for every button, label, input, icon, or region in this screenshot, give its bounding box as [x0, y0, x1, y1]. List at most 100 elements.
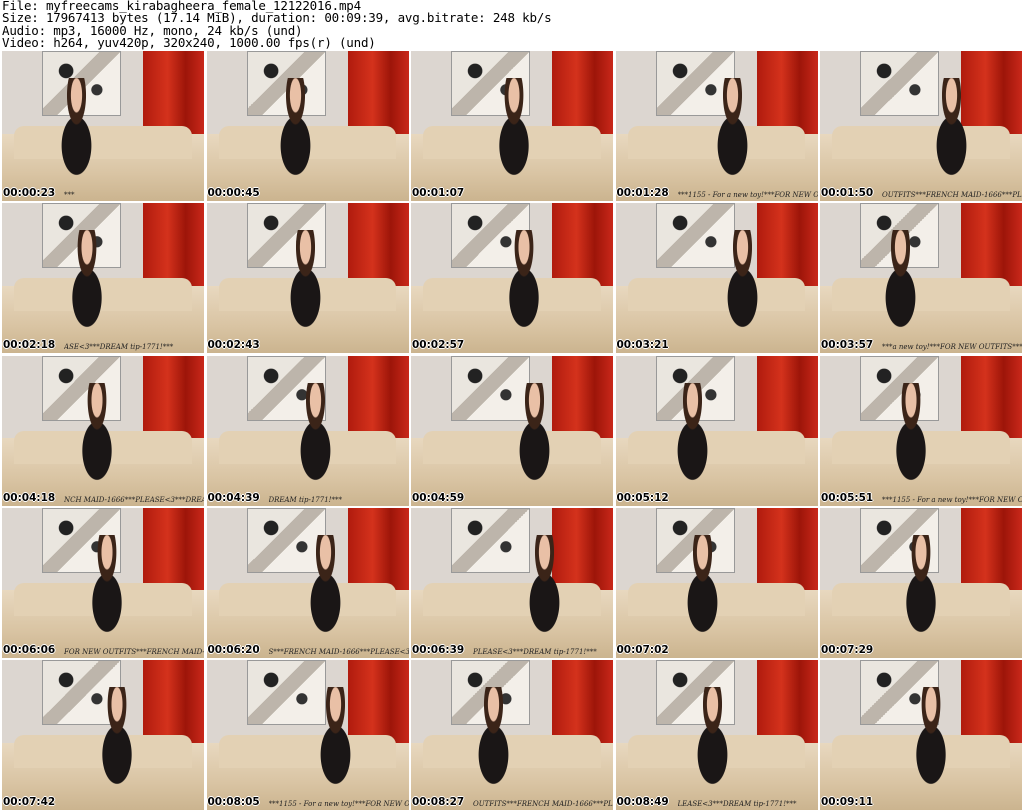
- ticker-text: ***1155 - For a new toy!***FOR NEW OUTFI…: [677, 191, 818, 199]
- ticker-text: OUTFITS***FRENCH MAID-1666***PLEASE: [882, 191, 1022, 199]
- file-info-header: File: myfreecams_kirabagheera_female_121…: [2, 0, 1022, 49]
- scene-figure: [698, 78, 767, 201]
- video-thumbnail: NCH MAID-1666***PLEASE<3***DREAM tip- 00:…: [2, 355, 204, 506]
- timestamp-label: 00:03:21: [616, 339, 669, 352]
- scene-figure: [479, 78, 549, 201]
- video-thumbnail: FOR NEW OUTFITS***FRENCH MAID-1666 00:06:…: [2, 507, 204, 658]
- scene-figure: [291, 534, 360, 658]
- thumbnail-frame-image: [2, 507, 204, 658]
- timestamp-label: 00:01:50: [821, 187, 874, 199]
- ticker-text: OUTFITS***FRENCH MAID-1666***PLEASE<: [473, 800, 613, 808]
- video-thumbnail: OUTFITS***FRENCH MAID-1666***PLEASE< 00:0…: [411, 660, 613, 810]
- scene-figure: [668, 534, 737, 658]
- scene-figure: [489, 230, 559, 354]
- scene-figure: [42, 78, 112, 201]
- scene-figure: [916, 78, 986, 201]
- ticker-text: ***a new toy!***FOR NEW OUTFITS***FRENCH…: [882, 343, 1022, 352]
- timestamp-label: 00:06:20: [207, 643, 260, 656]
- thumbnail-frame-image: [206, 203, 409, 354]
- scene-figure: [896, 687, 966, 810]
- ticker-text: FOR NEW OUTFITS***FRENCH MAID-1666: [64, 647, 204, 656]
- thumbnail-grid: *** 00:00:23 00:00:45 00:01:07 ***1155 - For…: [2, 51, 1022, 810]
- thumbnail-frame-image: [820, 660, 1022, 810]
- thumbnail-frame-image: [820, 203, 1022, 354]
- ticker-text: PLEASE<3***DREAM tip-1771!***: [473, 647, 597, 656]
- thumbnail-frame-image: [206, 660, 409, 810]
- video-thumbnail: 00:09:11: [820, 660, 1022, 810]
- scene-figure: [657, 382, 727, 506]
- video-info-line: Video: h264, yuv420p, 320x240, 1000.00 f…: [2, 34, 376, 50]
- thumbnail-frame-image: [411, 203, 613, 354]
- thumbnail-frame-image: [615, 660, 818, 810]
- timestamp-label: 00:02:18: [3, 339, 56, 352]
- timestamp-label: 00:07:42: [3, 796, 56, 808]
- ticker-text: ***1155 - For a new toy!***FOR NEW OUTFI…: [268, 800, 409, 808]
- video-thumbnail: PLEASE<3***DREAM tip-1771!*** 00:06:39: [411, 507, 613, 658]
- video-thumbnail: ***1155 - For a new toy!***FOR NEW OUTFI…: [206, 660, 409, 810]
- timestamp-label: 00:00:23: [3, 187, 56, 199]
- ticker-text: NCH MAID-1666***PLEASE<3***DREAM tip-: [64, 495, 204, 504]
- scene-figure: [271, 230, 340, 354]
- thumbnail-frame-image: [411, 660, 613, 810]
- video-thumbnail: ***1155 - For a new toy!***FOR NEW OUTFI…: [820, 355, 1022, 506]
- thumbnail-frame-image: [411, 51, 613, 201]
- thumbnail-frame-image: [206, 355, 409, 506]
- video-thumbnail: DREAM tip-1771!*** 00:04:39: [206, 355, 409, 506]
- scene-figure: [886, 534, 956, 658]
- scene-figure: [459, 687, 529, 810]
- timestamp-label: 00:06:39: [412, 643, 465, 656]
- video-thumbnail: 00:02:57: [411, 203, 613, 354]
- video-thumbnail: 00:07:02: [615, 507, 818, 658]
- video-thumbnail: 00:04:59: [411, 355, 613, 506]
- scene-figure: [62, 382, 132, 506]
- scene-figure: [261, 78, 330, 201]
- video-thumbnail: ASE<3***DREAM tip-1771!*** 00:02:18: [2, 203, 204, 354]
- ticker-text: S***FRENCH MAID-1666***PLEASE<3***DR: [268, 647, 409, 656]
- video-thumbnail: 00:00:45: [206, 51, 409, 201]
- ticker-text: ***1155 - For a new toy!***FOR NEW OUTFI…: [882, 495, 1022, 504]
- scene-figure: [82, 687, 152, 810]
- thumbnail-frame-image: [411, 355, 613, 506]
- thumbnail-frame-image: [206, 507, 409, 658]
- timestamp-label: 00:05:51: [821, 491, 874, 504]
- thumbnail-frame-image: [2, 51, 204, 201]
- thumbnail-frame-image: [2, 660, 204, 810]
- thumbnail-frame-image: [2, 203, 204, 354]
- thumbnail-frame-image: [820, 51, 1022, 201]
- scene-figure: [708, 230, 778, 354]
- video-thumbnail: ***1155 - For a new toy!***FOR NEW OUTFI…: [615, 51, 818, 201]
- scene-figure: [876, 382, 946, 506]
- ticker-text: ASE<3***DREAM tip-1771!***: [64, 343, 174, 352]
- video-thumbnail: 00:07:42: [2, 660, 204, 810]
- scene-figure: [678, 687, 747, 810]
- timestamp-label: 00:06:06: [3, 643, 56, 656]
- timestamp-label: 00:04:39: [207, 491, 260, 504]
- scene-figure: [509, 534, 579, 658]
- video-thumbnail: LEASE<3***DREAM tip-1771!*** 00:08:49: [615, 660, 818, 810]
- scene-figure: [499, 382, 569, 506]
- timestamp-label: 00:01:28: [616, 187, 669, 199]
- video-thumbnail: 00:01:07: [411, 51, 613, 201]
- thumbnail-frame-image: [615, 203, 818, 354]
- timestamp-label: 00:03:57: [821, 339, 874, 352]
- timestamp-label: 00:08:05: [207, 796, 260, 808]
- timestamp-label: 00:08:49: [616, 796, 669, 808]
- video-thumbnail: 00:02:43: [206, 203, 409, 354]
- thumbnail-frame-image: [820, 507, 1022, 658]
- video-thumbnail: 00:07:29: [820, 507, 1022, 658]
- thumbnail-frame-image: [411, 507, 613, 658]
- video-thumbnail: OUTFITS***FRENCH MAID-1666***PLEASE 00:01…: [820, 51, 1022, 201]
- timestamp-label: 00:04:59: [412, 491, 465, 504]
- timestamp-label: 00:00:45: [207, 187, 260, 199]
- timestamp-label: 00:07:29: [821, 643, 874, 656]
- timestamp-label: 00:02:57: [412, 339, 465, 352]
- scene-figure: [866, 230, 936, 354]
- timestamp-label: 00:01:07: [412, 187, 465, 199]
- scene-figure: [281, 382, 350, 506]
- thumbnail-frame-image: [615, 355, 818, 506]
- thumbnail-frame-image: [2, 355, 204, 506]
- ticker-text: LEASE<3***DREAM tip-1771!***: [677, 800, 797, 808]
- thumbnail-frame-image: [615, 507, 818, 658]
- thumbnail-frame-image: [206, 51, 409, 201]
- ticker-text: ***: [64, 191, 75, 199]
